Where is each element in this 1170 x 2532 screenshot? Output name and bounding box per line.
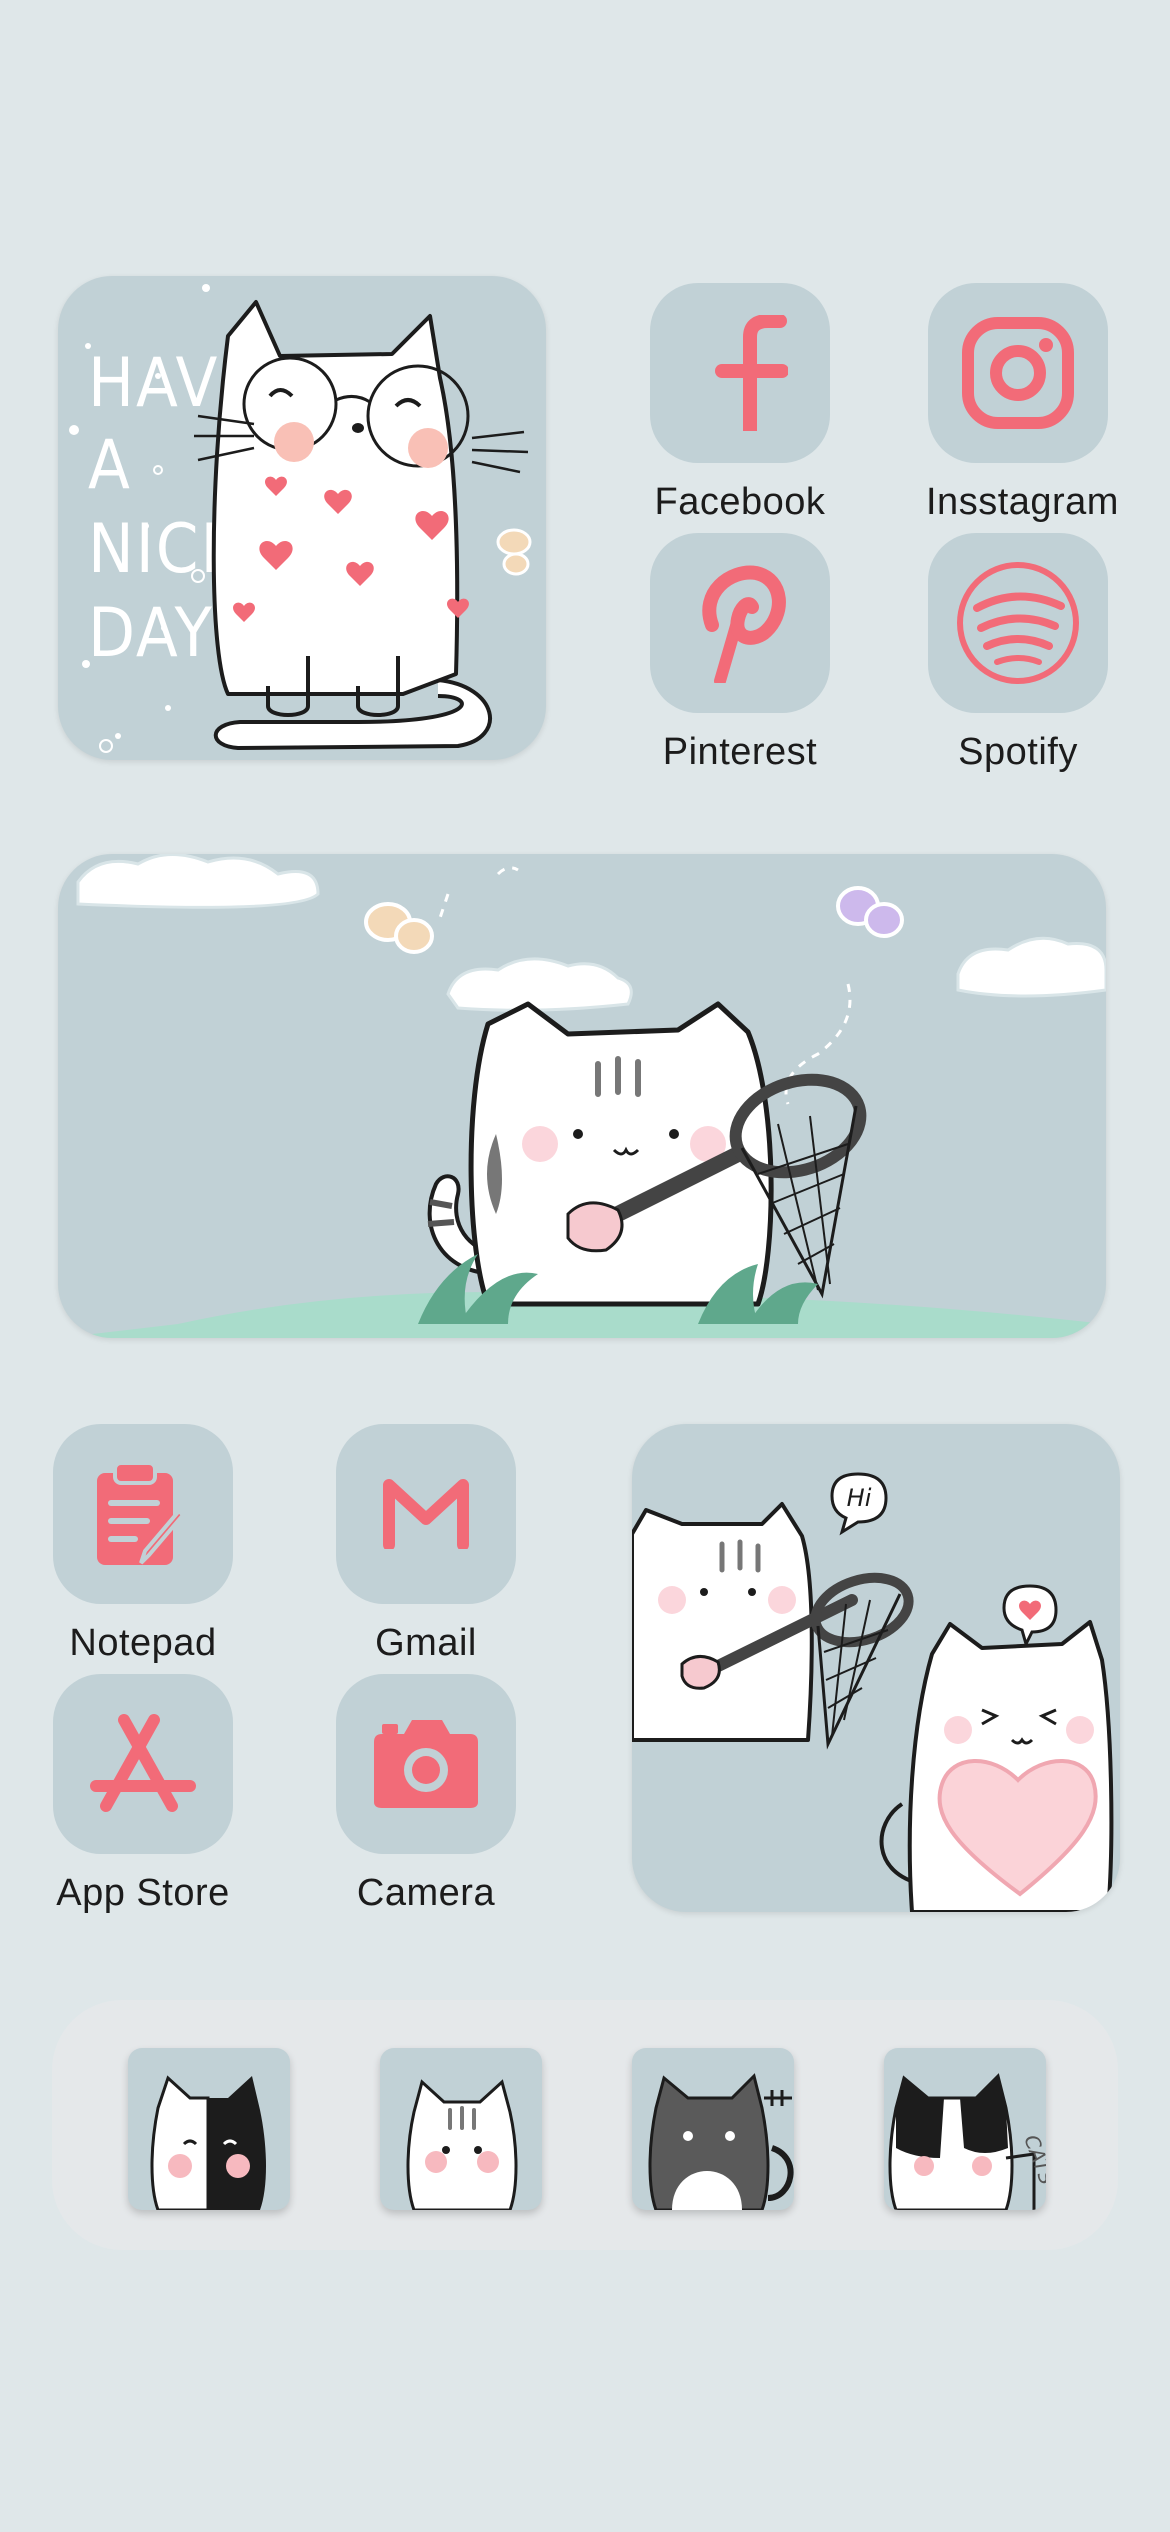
- have-a-nice-day-widget[interactable]: HAVE A NICE DAY: [58, 276, 546, 760]
- app-store-icon: [90, 1714, 196, 1812]
- camera-label: Camera: [356, 1872, 496, 1914]
- pinterest-tile[interactable]: [650, 533, 830, 713]
- dock-item-black-white-cat[interactable]: [128, 2048, 290, 2210]
- gmail-tile[interactable]: [336, 1424, 516, 1604]
- app-camera[interactable]: Camera: [334, 1674, 518, 1915]
- gmail-label: Gmail: [375, 1622, 477, 1664]
- dock-item-tuxedo-cat[interactable]: CATS: [884, 2048, 1046, 2210]
- spotify-icon: [957, 562, 1079, 684]
- app-gmail[interactable]: Gmail: [334, 1424, 518, 1665]
- facebook-label: Facebook: [654, 481, 826, 523]
- app-spotify[interactable]: Spotify: [926, 533, 1110, 774]
- speech-bubble-hi: Hi: [847, 1484, 872, 1512]
- pinterest-label: Pinterest: [662, 731, 818, 773]
- dock: CATS: [52, 2000, 1118, 2250]
- notepad-label: Notepad: [69, 1622, 217, 1664]
- cat-catching-butterfly-illustration: [58, 854, 1106, 1338]
- instagram-label: Insstagram: [926, 481, 1119, 523]
- instagram-tile[interactable]: [928, 283, 1108, 463]
- cat-butterfly-net-widget[interactable]: [58, 854, 1106, 1338]
- app-store-tile[interactable]: [53, 1674, 233, 1854]
- app-pinterest[interactable]: Pinterest: [648, 533, 832, 774]
- tuxedo-cat-icon: CATS: [888, 2073, 1046, 2210]
- instagram-icon: [962, 317, 1074, 429]
- facebook-icon: [715, 315, 788, 431]
- app-store-label: App Store: [56, 1872, 230, 1914]
- camera-icon: [374, 1720, 478, 1808]
- app-instagram[interactable]: Insstagram: [926, 283, 1119, 524]
- two-cats-illustration: Hi: [632, 1472, 1114, 1912]
- two-cats-widget[interactable]: Hi: [632, 1424, 1120, 1912]
- spotify-tile[interactable]: [928, 533, 1108, 713]
- notepad-tile[interactable]: [53, 1424, 233, 1604]
- notepad-icon: [97, 1461, 186, 1565]
- app-facebook[interactable]: Facebook: [648, 283, 832, 524]
- dock-item-tabby-cat[interactable]: [380, 2048, 542, 2210]
- app-app-store[interactable]: App Store: [51, 1674, 235, 1915]
- dock-item-grey-cat[interactable]: [632, 2048, 794, 2210]
- black-white-cat-icon: [150, 2075, 266, 2210]
- pinterest-icon: [702, 565, 786, 683]
- tabby-cat-icon: [406, 2079, 518, 2210]
- spotify-label: Spotify: [958, 731, 1078, 773]
- gmail-icon: [383, 1479, 469, 1549]
- grey-cat-icon: [648, 2073, 794, 2210]
- cat-with-glasses-illustration: HAVE A NICE DAY: [69, 284, 532, 753]
- camera-tile[interactable]: [336, 1674, 516, 1854]
- facebook-tile[interactable]: [650, 283, 830, 463]
- app-notepad[interactable]: Notepad: [51, 1424, 235, 1665]
